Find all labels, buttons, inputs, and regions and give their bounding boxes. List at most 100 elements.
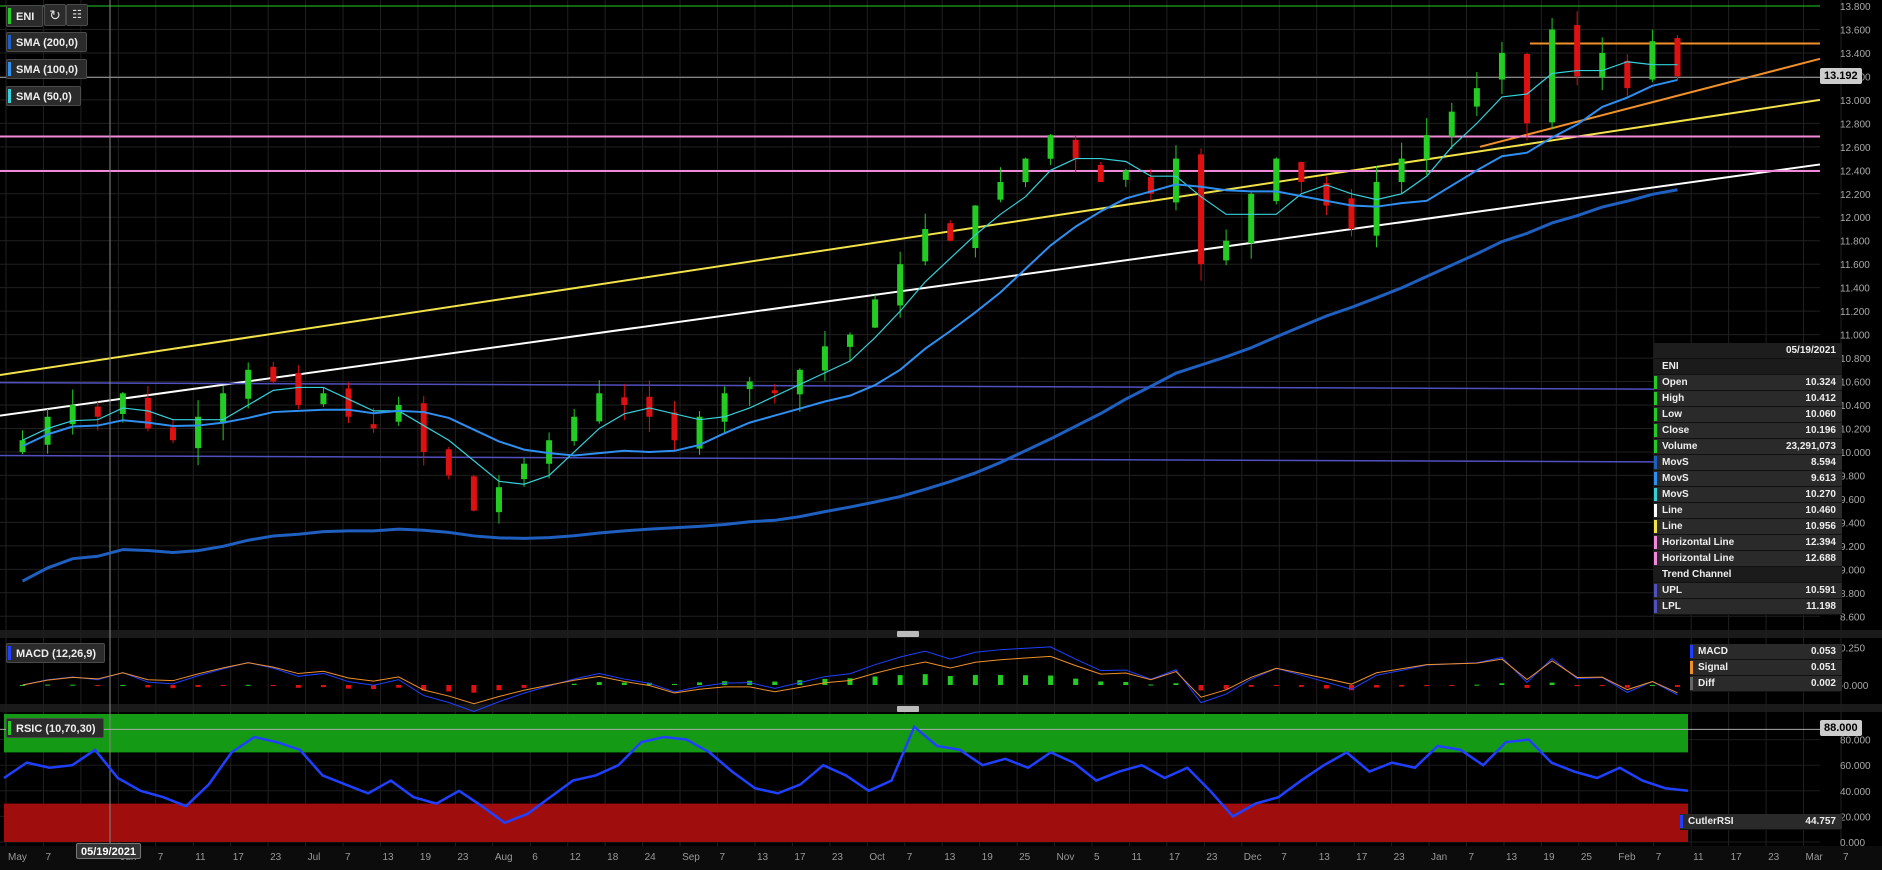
candle-body bbox=[1172, 158, 1179, 203]
candle-body bbox=[169, 427, 176, 441]
x-tick-label: Feb bbox=[1618, 852, 1636, 863]
macd-histogram-bar bbox=[396, 685, 402, 688]
data-row-value: 10.591 bbox=[1805, 585, 1836, 596]
data-row-value: 0.002 bbox=[1810, 678, 1836, 689]
candle-body bbox=[1223, 240, 1230, 261]
x-tick-label: 13 bbox=[944, 852, 956, 863]
data-row-value: 10.196 bbox=[1805, 425, 1836, 436]
candle-body bbox=[1498, 52, 1505, 80]
macd-histogram-bar bbox=[621, 682, 627, 685]
y-tick-label: 10.200 bbox=[1840, 424, 1871, 435]
data-row-label: Horizontal Line bbox=[1662, 553, 1735, 564]
macd-color-bar bbox=[8, 646, 11, 660]
y-tick-label: 0.250 bbox=[1840, 644, 1865, 655]
data-row-swatch bbox=[1654, 552, 1657, 565]
x-tick-label: 7 bbox=[907, 852, 913, 863]
macd-histogram-bar bbox=[471, 685, 477, 693]
data-row-swatch bbox=[1654, 488, 1657, 501]
candle-body bbox=[596, 393, 603, 422]
candlesticks bbox=[19, 11, 1681, 524]
candle-body bbox=[295, 372, 302, 406]
macd-histogram-bar bbox=[446, 685, 452, 692]
sma100-color-bar bbox=[8, 62, 11, 76]
candle-body bbox=[1398, 158, 1405, 183]
macd-histogram-bar bbox=[997, 674, 1003, 685]
chart-canvas[interactable]: 13.80013.60013.40013.20013.00012.80012.6… bbox=[0, 0, 1882, 870]
x-tick-label: 17 bbox=[1356, 852, 1368, 863]
data-row-value: 10.324 bbox=[1805, 377, 1836, 388]
x-tick-label: 7 bbox=[158, 852, 164, 863]
data-row-swatch bbox=[1654, 600, 1657, 613]
macd-histogram-bar bbox=[95, 685, 101, 686]
macd-histogram-bar bbox=[1674, 685, 1680, 687]
data-row-label: CutlerRSI bbox=[1688, 816, 1734, 827]
sma100-chip[interactable]: SMA (100,0) bbox=[6, 59, 87, 79]
x-tick-label: 7 bbox=[345, 852, 351, 863]
x-tick-label: 11 bbox=[195, 852, 206, 863]
x-tick-label: 5 bbox=[1094, 852, 1100, 863]
y-tick-label: 13.000 bbox=[1840, 96, 1871, 107]
data-row: MovS 9.613 bbox=[1654, 471, 1842, 487]
x-tick-label: 13 bbox=[1319, 852, 1331, 863]
ruler-icon[interactable]: ☷ bbox=[66, 4, 88, 26]
data-row-value: 10.060 bbox=[1805, 409, 1836, 420]
x-tick-label: 12 bbox=[570, 852, 582, 863]
y-tick-label: 11.800 bbox=[1840, 237, 1870, 248]
sma200-chip[interactable]: SMA (200,0) bbox=[6, 32, 87, 52]
x-tick-label: 7 bbox=[720, 852, 726, 863]
macd-histogram-bar bbox=[972, 675, 978, 685]
time-axis-bg bbox=[0, 846, 1882, 870]
candle-body bbox=[997, 182, 1004, 200]
data-row: Diff 0.002 bbox=[1690, 676, 1842, 692]
pane-splitter-bottom[interactable] bbox=[897, 706, 919, 712]
macd-histogram-bar bbox=[1248, 685, 1254, 687]
x-tick-label: 25 bbox=[1019, 852, 1031, 863]
candle-body bbox=[1624, 60, 1631, 89]
candle-body bbox=[821, 346, 828, 371]
candle-body bbox=[1248, 193, 1255, 244]
macd-histogram-bar bbox=[496, 685, 502, 691]
macd-histogram-bar bbox=[220, 685, 226, 686]
data-row-swatch bbox=[1654, 472, 1657, 485]
y-tick-label: 12.800 bbox=[1840, 119, 1871, 130]
macd-histogram-bar bbox=[521, 685, 527, 688]
candle-body bbox=[1448, 111, 1455, 137]
x-tick-label: 24 bbox=[645, 852, 657, 863]
y-tick-label: 9.400 bbox=[1840, 518, 1865, 529]
rsi-color-bar bbox=[8, 721, 11, 735]
macd-histogram-bar bbox=[1424, 685, 1430, 686]
data-row: UPL 10.591 bbox=[1654, 583, 1842, 599]
x-tick-label: 17 bbox=[1731, 852, 1743, 863]
macd-histogram-bar bbox=[1549, 682, 1555, 685]
macd-histogram-bar bbox=[1173, 683, 1179, 685]
pane-splitter-top[interactable] bbox=[897, 631, 919, 637]
candle-body bbox=[270, 366, 277, 382]
candle-body bbox=[1524, 53, 1531, 124]
data-row-label: MovS bbox=[1662, 473, 1689, 484]
data-row-value: 10.460 bbox=[1805, 505, 1836, 516]
rsi-chip[interactable]: RSIC (10,70,30) bbox=[6, 718, 105, 738]
macd-chip[interactable]: MACD (12,26,9) bbox=[6, 643, 106, 663]
data-row-value: 0.051 bbox=[1810, 662, 1836, 673]
data-row-value: 23,291,073 bbox=[1785, 441, 1836, 452]
candle-body bbox=[746, 381, 753, 390]
sma50-chip[interactable]: SMA (50,0) bbox=[6, 86, 81, 106]
macd-histogram-bar bbox=[1098, 681, 1104, 685]
macd-label: MACD (12,26,9) bbox=[16, 648, 97, 660]
symbol-chip[interactable]: ENI bbox=[6, 5, 44, 27]
refresh-icon[interactable]: ↻ bbox=[44, 4, 66, 26]
macd-histogram-bar bbox=[1649, 684, 1655, 686]
data-row: Line 10.460 bbox=[1654, 503, 1842, 519]
y-tick-label: 12.000 bbox=[1840, 213, 1871, 224]
y-tick-label: 11.000 bbox=[1840, 331, 1870, 342]
data-row-label: Low bbox=[1662, 409, 1682, 420]
y-tick-label: 0.000 bbox=[1840, 838, 1865, 849]
rsi-label: RSIC (10,70,30) bbox=[16, 723, 96, 735]
data-row-swatch bbox=[1654, 520, 1657, 533]
data-row: CutlerRSI 44.757 bbox=[1680, 814, 1842, 830]
y-tick-label: 12.600 bbox=[1840, 143, 1871, 154]
rsi-level-tag: 88.000 bbox=[1820, 720, 1862, 736]
data-row-swatch bbox=[1654, 392, 1657, 405]
candle-body bbox=[521, 463, 528, 480]
x-tick-label: 23 bbox=[270, 852, 282, 863]
